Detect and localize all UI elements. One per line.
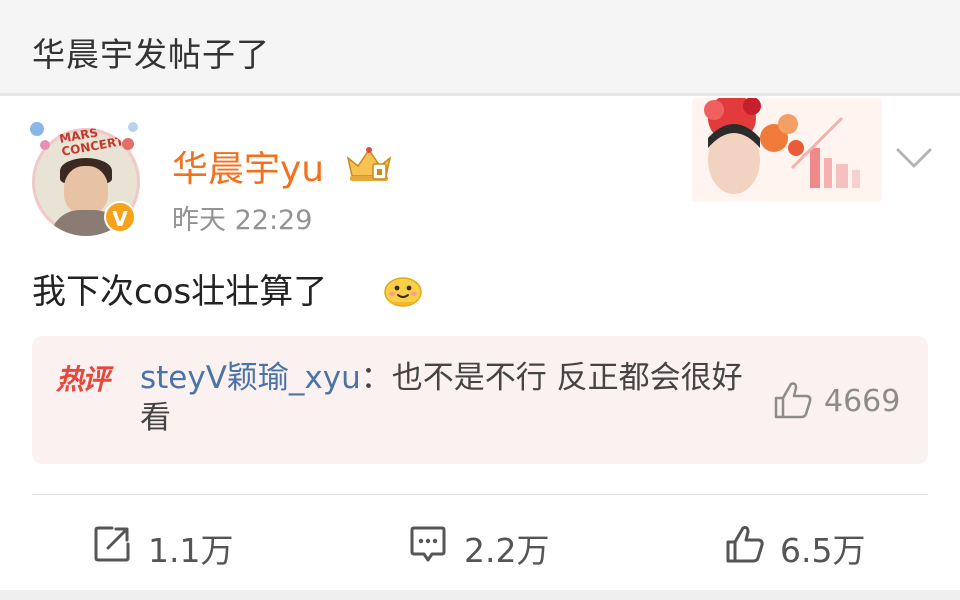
flower-decoration bbox=[30, 122, 44, 136]
hot-comment-separator: ： bbox=[360, 360, 392, 396]
post-content: 我下次cos壮壮算了 bbox=[32, 272, 328, 312]
chevron-down-icon[interactable] bbox=[896, 146, 932, 170]
flower-decoration bbox=[122, 138, 134, 150]
thumbs-up-icon[interactable] bbox=[772, 380, 814, 420]
like-count: 6.5万 bbox=[780, 531, 866, 570]
page-title: 华晨宇发帖子了 bbox=[32, 35, 270, 74]
hot-comment[interactable]: 热评 steyV颖瑜_xyu：也不是不行 反正都会很好看 4669 bbox=[32, 336, 928, 464]
hot-commenter-name[interactable]: steyV颖瑜_xyu bbox=[140, 360, 361, 396]
flower-decoration bbox=[40, 140, 50, 150]
hot-comment-like-count: 4669 bbox=[824, 384, 901, 419]
crown-icon bbox=[346, 147, 392, 181]
comment-icon bbox=[410, 526, 446, 562]
hot-comment-text-block: steyV颖瑜_xyu：也不是不行 反正都会很好看 bbox=[140, 358, 750, 438]
bottom-strip bbox=[0, 590, 960, 600]
emoji-face-icon bbox=[384, 277, 422, 307]
divider bbox=[32, 494, 928, 495]
flower-decoration bbox=[128, 122, 138, 132]
verified-badge-icon: V bbox=[104, 201, 136, 233]
like-button[interactable]: 6.5万 bbox=[724, 522, 884, 570]
top-bar: 华晨宇发帖子了 bbox=[0, 0, 960, 96]
comment-count: 2.2万 bbox=[464, 531, 550, 570]
repost-count: 1.1万 bbox=[148, 531, 234, 570]
decoration-banner bbox=[692, 98, 882, 202]
hot-comment-tag: 热评 bbox=[56, 363, 110, 396]
repost-button[interactable]: 1.1万 bbox=[92, 522, 252, 570]
repost-icon bbox=[94, 526, 130, 562]
post-time: 昨天 22:29 bbox=[172, 205, 313, 236]
author-name[interactable]: 华晨宇yu bbox=[172, 140, 324, 192]
avatar-face bbox=[64, 166, 108, 214]
comment-button[interactable]: 2.2万 bbox=[408, 522, 568, 570]
thumbs-up-icon bbox=[726, 526, 764, 563]
